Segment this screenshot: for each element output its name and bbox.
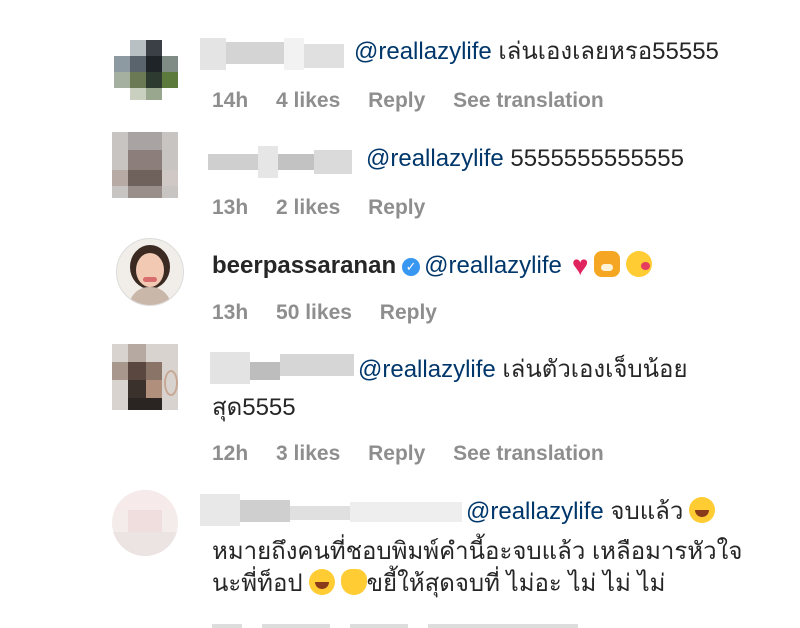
likes-count[interactable]: 50 likes [276, 301, 352, 324]
avatar[interactable] [112, 490, 178, 556]
comment-text: @reallazylife เล่นเองเลยหรอ55555 [354, 38, 719, 65]
avatar[interactable] [112, 22, 180, 102]
reply-button[interactable]: Reply [368, 442, 425, 465]
mention-link[interactable]: @reallazylife [354, 38, 492, 65]
mention-link[interactable]: @reallazylife [466, 498, 604, 525]
reply-button[interactable]: Reply [380, 301, 437, 324]
laugh-cry-emoji-icon [689, 497, 716, 523]
timestamp: 12h [212, 442, 249, 465]
comment-meta: 12h 3 likes Reply See translation [212, 442, 626, 466]
comment-text-line3: นะพี่ท็อป ขยี้ให้สุดจบที่ ไม่อะ ไม่ ไม่ ไ… [212, 569, 666, 597]
comment-meta: 13h 2 likes Reply [212, 196, 447, 220]
reply-button[interactable]: Reply [368, 89, 425, 112]
timestamp: 14h [212, 89, 249, 112]
likes-count[interactable]: 4 likes [276, 89, 340, 112]
verified-badge-icon: ✓ [402, 258, 421, 276]
comment-text-line2: สุด5555 [212, 394, 296, 421]
blurred-username[interactable] [208, 146, 360, 178]
comment-meta-cutoff [212, 616, 600, 628]
blurred-username[interactable] [200, 494, 462, 526]
timestamp: 13h [212, 196, 249, 219]
likes-count[interactable]: 2 likes [276, 196, 340, 219]
likes-count[interactable]: 3 likes [276, 442, 340, 465]
mention-link[interactable]: @reallazylife [358, 356, 496, 383]
see-translation-button[interactable]: See translation [453, 89, 604, 112]
comment-text: @reallazylife 5555555555555 [366, 145, 684, 172]
mention-link[interactable]: @reallazylife [424, 252, 562, 279]
tiger-emoji-icon [594, 251, 621, 277]
comment-text-line2: หมายถึงคนที่ชอบพิมพ์คำนี้อะจบแล้ว เหลือม… [212, 538, 743, 565]
laugh-cry-emoji-icon [308, 569, 335, 595]
heart-icon: ♥ [571, 250, 589, 281]
avatar[interactable] [116, 238, 184, 306]
blurred-username[interactable] [200, 38, 346, 70]
blurred-username[interactable] [210, 352, 354, 384]
comment-meta: 13h 50 likes Reply [212, 301, 459, 325]
reply-button[interactable]: Reply [368, 196, 425, 219]
comment-meta: 14h 4 likes Reply See translation [212, 89, 626, 113]
username-link[interactable]: beerpassaranan [212, 252, 396, 279]
timestamp: 13h [212, 301, 249, 324]
kiss-emoji-icon [626, 251, 653, 277]
clap-emoji-icon [340, 569, 367, 595]
comment-text: @reallazylife จบแล้ว [466, 494, 716, 530]
comment-text: beerpassaranan ✓ @reallazylife ♥ [212, 248, 653, 284]
avatar[interactable] [112, 344, 178, 410]
see-translation-button[interactable]: See translation [453, 442, 604, 465]
comment-text: @reallazylife เล่นตัวเองเจ็บน้อย [358, 356, 688, 383]
mention-link[interactable]: @reallazylife [366, 145, 504, 172]
avatar[interactable] [112, 132, 178, 198]
